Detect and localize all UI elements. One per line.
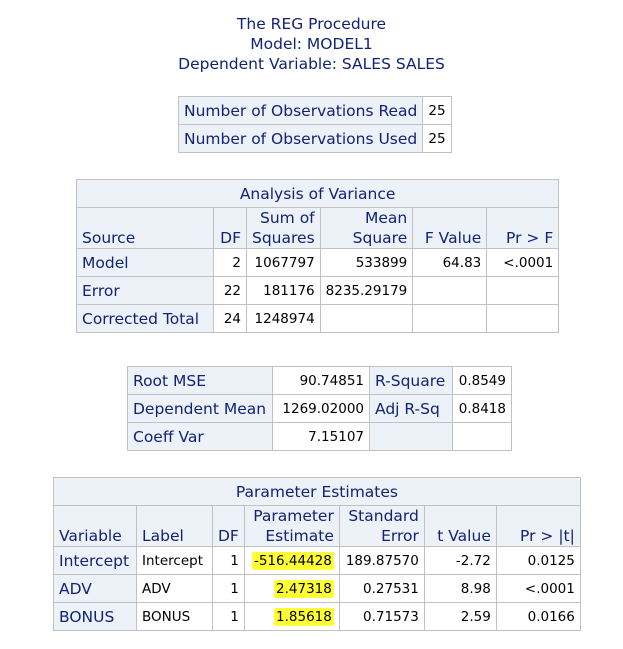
table-row: BONUS BONUS 1 1.85618 0.71573 2.59 0.016… bbox=[53, 602, 581, 631]
table-header-row: Source DF Sum of Squares Mean Square F Val… bbox=[76, 207, 560, 249]
cell-p bbox=[486, 304, 560, 333]
cell-ms bbox=[319, 304, 414, 333]
cell-label: BONUS bbox=[136, 602, 213, 631]
table-row: Root MSE 90.74851 R-Square 0.8549 bbox=[127, 366, 512, 395]
cell-ss: 1067797 bbox=[246, 248, 321, 277]
model-title: Model: MODEL1 bbox=[250, 35, 373, 53]
cell-f: 64.83 bbox=[412, 248, 488, 277]
cell-label: ADV bbox=[136, 574, 213, 603]
obs-used-label: Number of Observations Used bbox=[177, 124, 424, 153]
cell-df: 1 bbox=[212, 546, 245, 575]
adj-r-sq-label: Adj R-Sq bbox=[369, 394, 453, 423]
cell-standard-error: 0.71573 bbox=[338, 602, 425, 631]
cell-df: 22 bbox=[213, 276, 247, 305]
cell-df: 24 bbox=[213, 304, 247, 333]
col-header-pr-t: Pr > |t| bbox=[495, 505, 581, 547]
cell-df: 2 bbox=[213, 248, 247, 277]
cell-df: 1 bbox=[212, 574, 245, 603]
col-header-df: DF bbox=[212, 505, 245, 547]
fit-statistics-table: Root MSE 90.74851 R-Square 0.8549 Depend… bbox=[127, 366, 512, 451]
estimate-highlight: 2.47318 bbox=[274, 579, 334, 598]
root-mse-value: 90.74851 bbox=[272, 366, 370, 395]
col-header-standard-error: Standard Error bbox=[338, 505, 425, 547]
table-header-row: Variable Label DF Parameter Estimate Stan… bbox=[53, 505, 581, 547]
observations-table: Number of Observations Read 25 Number of… bbox=[177, 96, 452, 153]
obs-read-label: Number of Observations Read bbox=[177, 96, 424, 125]
procedure-titles: The REG Procedure Model: MODEL1 Dependen… bbox=[0, 14, 623, 74]
col-header-sum-of-squares: Sum of Squares bbox=[246, 207, 321, 249]
row-header-adv: ADV bbox=[53, 574, 137, 603]
table-row: Corrected Total 24 1248974 bbox=[76, 304, 560, 333]
table-row: Dependent Mean 1269.02000 Adj R-Sq 0.841… bbox=[127, 394, 512, 423]
col-header-parameter-estimate: Parameter Estimate bbox=[243, 505, 340, 547]
col-header-t-value: t Value bbox=[423, 505, 497, 547]
table-row: Coeff Var 7.15107 bbox=[127, 422, 512, 451]
r-square-label: R-Square bbox=[369, 366, 453, 395]
anova-caption: Analysis of Variance bbox=[75, 179, 560, 208]
cell-ss: 181176 bbox=[246, 276, 321, 305]
row-header-intercept: Intercept bbox=[53, 546, 137, 575]
table-row: ADV ADV 1 2.47318 0.27531 8.98 <.0001 bbox=[53, 574, 581, 603]
row-header-bonus: BONUS bbox=[53, 602, 137, 631]
estimate-highlight: 1.85618 bbox=[274, 607, 334, 626]
dependent-mean-value: 1269.02000 bbox=[272, 394, 370, 423]
dependent-mean-label: Dependent Mean bbox=[127, 394, 273, 423]
col-header-source: Source bbox=[76, 207, 214, 249]
cell-standard-error: 189.87570 bbox=[338, 546, 425, 575]
coeff-var-value: 7.15107 bbox=[272, 422, 370, 451]
cell-p: <.0001 bbox=[486, 248, 560, 277]
cell-f bbox=[412, 276, 488, 305]
col-header-mean-square: Mean Square bbox=[319, 207, 414, 249]
col-header-f-value: F Value bbox=[412, 207, 488, 249]
empty-label-cell bbox=[369, 422, 453, 451]
cell-p-value: <.0001 bbox=[495, 574, 581, 603]
row-header-model: Model bbox=[76, 248, 214, 277]
cell-t-value: -2.72 bbox=[423, 546, 497, 575]
table-row: Model 2 1067797 533899 64.83 <.0001 bbox=[76, 248, 560, 277]
cell-estimate: 1.85618 bbox=[243, 602, 340, 631]
cell-f bbox=[412, 304, 488, 333]
dependent-variable-title: Dependent Variable: SALES SALES bbox=[178, 55, 445, 73]
col-header-df: DF bbox=[213, 207, 247, 249]
cell-estimate: -516.44428 bbox=[243, 546, 340, 575]
table-caption-row: Analysis of Variance bbox=[75, 179, 560, 208]
table-row: Number of Observations Used 25 bbox=[177, 124, 452, 153]
cell-p bbox=[486, 276, 560, 305]
parameter-estimates-table: Parameter Estimates Variable Label DF Pa… bbox=[53, 477, 581, 631]
obs-used-value: 25 bbox=[422, 124, 452, 153]
coeff-var-label: Coeff Var bbox=[127, 422, 273, 451]
obs-read-value: 25 bbox=[422, 96, 452, 125]
cell-p-value: 0.0125 bbox=[495, 546, 581, 575]
cell-t-value: 8.98 bbox=[423, 574, 497, 603]
cell-ms: 8235.29179 bbox=[319, 276, 414, 305]
cell-p-value: 0.0166 bbox=[495, 602, 581, 631]
col-header-label: Label bbox=[136, 505, 213, 547]
anova-table: Analysis of Variance Source DF Sum of Squ… bbox=[75, 179, 560, 333]
parameter-estimates-caption: Parameter Estimates bbox=[53, 477, 581, 506]
col-header-pr-f: Pr > F bbox=[486, 207, 560, 249]
table-caption-row: Parameter Estimates bbox=[53, 477, 581, 506]
empty-value-cell bbox=[452, 422, 512, 451]
row-header-corrected-total: Corrected Total bbox=[76, 304, 214, 333]
adj-r-sq-value: 0.8418 bbox=[452, 394, 512, 423]
cell-label: Intercept bbox=[136, 546, 213, 575]
estimate-highlight: -516.44428 bbox=[251, 551, 334, 570]
cell-standard-error: 0.27531 bbox=[338, 574, 425, 603]
procedure-title: The REG Procedure bbox=[236, 15, 387, 33]
root-mse-label: Root MSE bbox=[127, 366, 273, 395]
col-header-variable: Variable bbox=[53, 505, 137, 547]
cell-t-value: 2.59 bbox=[423, 602, 497, 631]
row-header-error: Error bbox=[76, 276, 214, 305]
cell-ms: 533899 bbox=[319, 248, 414, 277]
table-row: Error 22 181176 8235.29179 bbox=[76, 276, 560, 305]
cell-df: 1 bbox=[212, 602, 245, 631]
cell-estimate: 2.47318 bbox=[243, 574, 340, 603]
r-square-value: 0.8549 bbox=[452, 366, 512, 395]
cell-ss: 1248974 bbox=[246, 304, 321, 333]
table-row: Intercept Intercept 1 -516.44428 189.875… bbox=[53, 546, 581, 575]
table-row: Number of Observations Read 25 bbox=[177, 96, 452, 125]
